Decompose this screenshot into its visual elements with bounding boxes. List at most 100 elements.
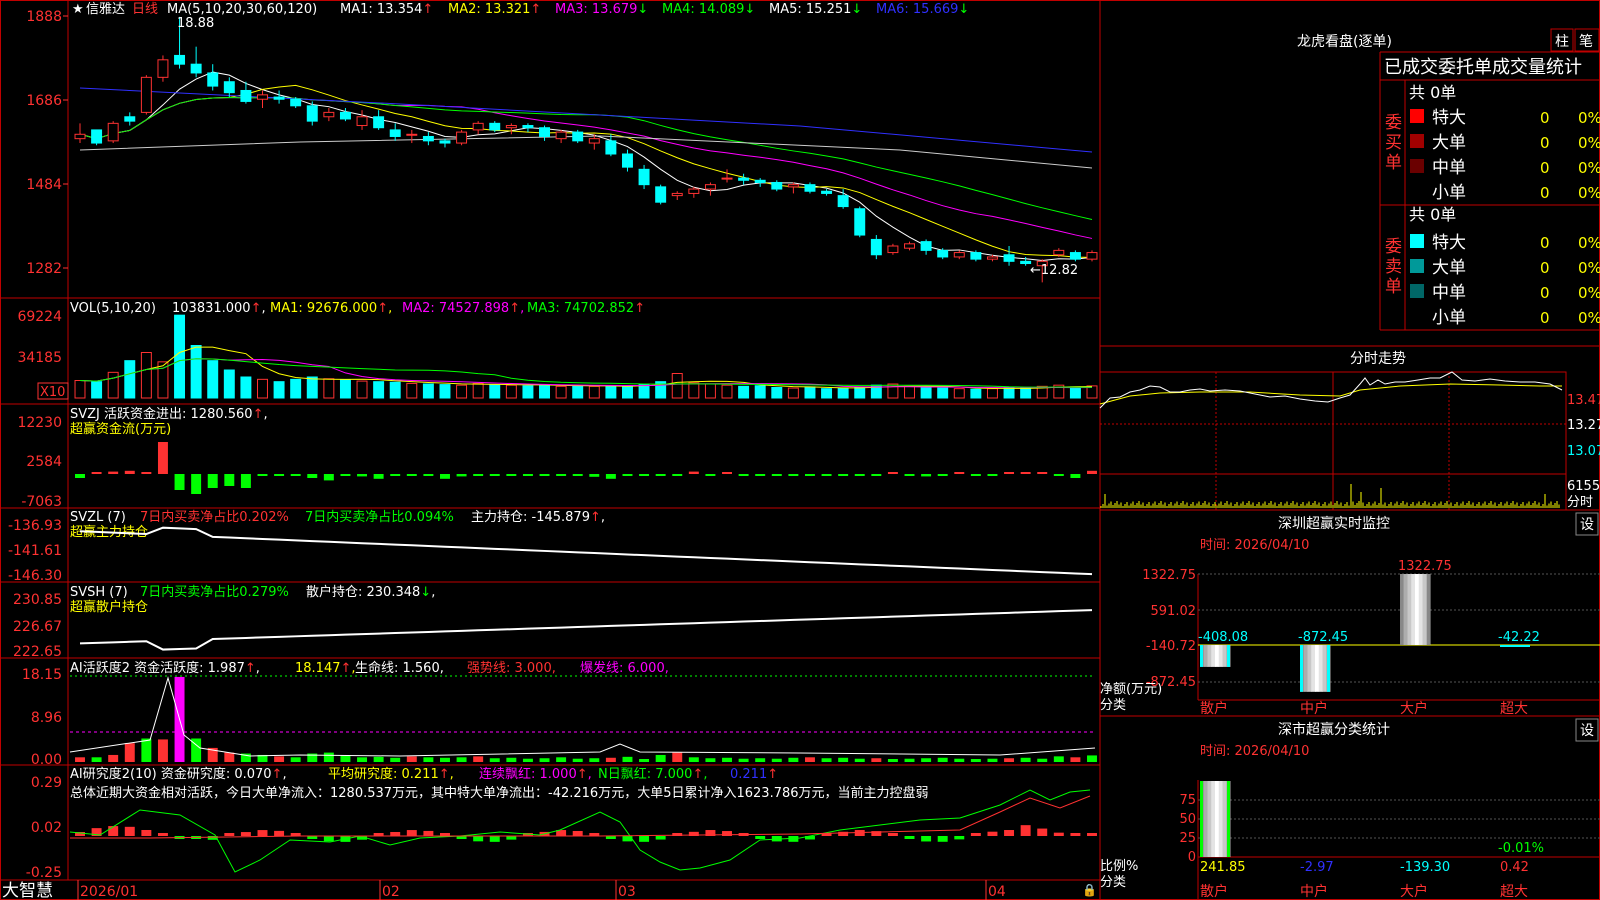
- research-bar: [157, 833, 168, 836]
- candle-body: [754, 179, 766, 183]
- y-tick: 226.67: [13, 619, 62, 635]
- y-tick: -140.72: [1146, 639, 1196, 654]
- row-name: 特大: [1432, 233, 1466, 253]
- monitor-bar: [1215, 645, 1220, 667]
- lhb-tick-button-label[interactable]: 笔: [1579, 34, 1593, 50]
- classify-bar: [1207, 781, 1212, 857]
- sell-total: 共 0单: [1409, 205, 1456, 224]
- fund-flow-bar: [556, 474, 567, 476]
- fund-flow-bar: [423, 474, 434, 476]
- monitor-bar: [1218, 645, 1223, 667]
- volume-bar: [704, 383, 716, 399]
- svsh-header: SVSH (7) 7日内买卖净占比0.279% 散户持仓: 230.348↓, …: [70, 584, 435, 615]
- research-bar: [605, 836, 616, 839]
- monitor-settings-label[interactable]: 设: [1580, 517, 1594, 533]
- activity-bar: [821, 758, 832, 762]
- vol-ma1: MA1: 92676.000↑,: [270, 301, 392, 316]
- activity-bar: [91, 757, 102, 762]
- candle-body: [821, 190, 833, 194]
- candle-body: [655, 186, 667, 203]
- monitor-bars: -408.08 散户 -872.45 中户 1322.75 大户 -42.22 超大: [1198, 559, 1540, 717]
- fund-flow-bar: [373, 474, 384, 479]
- y-tick: 12230: [17, 415, 62, 431]
- stock-name[interactable]: 信雅达: [86, 2, 125, 17]
- candle-body: [671, 192, 683, 197]
- candle-body: [257, 94, 268, 100]
- research-bar: [954, 836, 965, 840]
- row-name: 小单: [1432, 308, 1466, 328]
- fund-flow-bar: [174, 474, 185, 490]
- candle-body: [306, 105, 318, 122]
- candle-body: [605, 140, 617, 155]
- ma6-value: MA6: 15.669↓: [876, 2, 969, 17]
- vol-title: VOL(5,10,20): [70, 301, 156, 316]
- time-label: 04: [988, 884, 1006, 900]
- row-count: 0: [1540, 234, 1550, 252]
- vol-unit: 分时: [1567, 495, 1593, 510]
- monitor-axis-label2: 分类: [1100, 698, 1126, 713]
- y-tick: 1322.75: [1142, 568, 1196, 583]
- row-name: 小单: [1432, 183, 1466, 203]
- volume-bar: [190, 345, 202, 399]
- volume-bar: [456, 384, 468, 399]
- ma60-line: [79, 135, 1093, 169]
- research-bar: [970, 833, 981, 836]
- lhb-bar-button-label[interactable]: 柱: [1555, 34, 1569, 50]
- fund-flow-bar: [1020, 472, 1031, 474]
- panel-frames: [0, 0, 1600, 900]
- ai2-v2: 平均研究度: 0.211↑,: [328, 766, 454, 782]
- y-tick: 0.00: [31, 752, 62, 768]
- volume-bar: [738, 385, 750, 399]
- activity-bar: [340, 755, 351, 762]
- ai1-white-line: [69, 676, 1096, 757]
- fund-flow-bar: [91, 472, 102, 474]
- research-bar: [1020, 825, 1031, 836]
- candle-body: [539, 127, 551, 137]
- ma-spec: MA(5,10,20,30,60,120): [167, 2, 317, 17]
- fund-flow-bar: [622, 474, 633, 476]
- legend-swatch: [1410, 159, 1424, 173]
- ai1-v2: 18.147↑,: [295, 661, 356, 676]
- row-name: 大单: [1432, 258, 1466, 278]
- volume-bar: [771, 387, 783, 399]
- stock-terminal: ★ 信雅达 日线 MA(5,10,20,30,60,120) MA1: 13.3…: [0, 0, 1600, 900]
- volume-bar: [688, 382, 700, 399]
- candle-body: [389, 129, 401, 137]
- row-name: 中单: [1432, 158, 1466, 178]
- research-bar: [124, 826, 135, 836]
- research-bar: [473, 836, 484, 842]
- ai2-title: AI研究度2(10) 资金研究度: 0.070↑,: [70, 766, 287, 782]
- fund-flow-bar: [307, 474, 318, 478]
- research-bar: [655, 836, 666, 840]
- ma4-value: MA4: 14.089↓: [662, 2, 755, 17]
- activity-bar: [887, 759, 898, 762]
- activity-bar: [1087, 755, 1097, 762]
- row-count: 0: [1540, 259, 1550, 277]
- fund-flow-bar: [440, 474, 450, 479]
- candle-body: [704, 184, 716, 190]
- activity-bar: [456, 757, 467, 762]
- lock-icon[interactable]: 🔒: [1082, 883, 1097, 897]
- candle-body: [273, 96, 285, 100]
- monitor-grid: [1198, 573, 1600, 683]
- classify-y-axis: 75 50 25 0: [1179, 793, 1196, 865]
- fund-flow-bar: [854, 474, 865, 476]
- candle-body: [339, 111, 351, 120]
- fund-flow-bar: [970, 474, 981, 476]
- row-count: 0: [1540, 309, 1550, 327]
- activity-bar: [970, 759, 981, 762]
- lhb-title: 龙虎看盘(逐单): [1297, 33, 1392, 50]
- candle-body: [771, 181, 783, 190]
- candle-body: [439, 140, 451, 144]
- fund-flow-bar: [1053, 474, 1064, 476]
- monitor-bar: [1307, 645, 1312, 692]
- main-y-ticks: [63, 15, 68, 269]
- period-label[interactable]: 日线: [132, 2, 158, 17]
- monitor-bar-edge: [1300, 645, 1303, 692]
- monitor-value-label: -408.08: [1198, 630, 1248, 645]
- classify-settings-label[interactable]: 设: [1580, 723, 1594, 739]
- monitor-bar: [1311, 645, 1316, 692]
- candle-body: [124, 116, 136, 122]
- classify-axes: [1197, 780, 1600, 900]
- fund-flow-bar: [954, 472, 965, 474]
